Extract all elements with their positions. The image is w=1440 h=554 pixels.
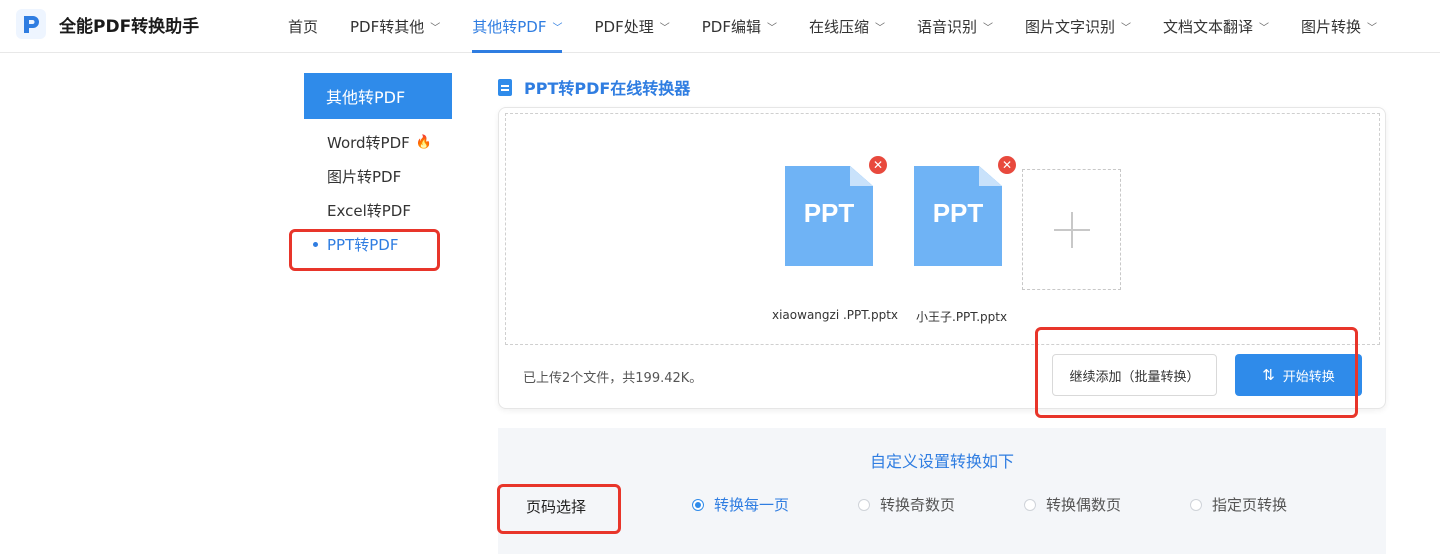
sidebar-item-label: 图片转PDF — [327, 167, 402, 186]
nav-label: 其他转PDF — [472, 18, 547, 36]
nav-speech-recognition[interactable]: 语音识别 ﹀ — [901, 0, 1009, 53]
add-file-button[interactable] — [1022, 169, 1121, 290]
app-logo-icon[interactable] — [16, 9, 46, 39]
file-name: 小王子.PPT.pptx — [916, 310, 1008, 324]
settings-title: 自定义设置转换如下 — [869, 452, 1014, 471]
chevron-down-icon: ﹀ — [1259, 23, 1270, 34]
radio-label: 指定页转换 — [1212, 496, 1288, 514]
nav-label: 在线压缩 — [808, 18, 869, 36]
nav-label: 首页 — [288, 18, 319, 36]
nav-label: 语音识别 — [916, 18, 977, 36]
nav-label: PDF编辑 — [701, 18, 761, 36]
chevron-down-icon: ﹀ — [982, 23, 993, 34]
nav-other-to-pdf[interactable]: 其他转PDF ﹀ — [456, 0, 578, 53]
settings-panel: 自定义设置转换如下 页码选择 转换每一页 转换奇数页 转换偶数页 指定页转换 — [498, 428, 1386, 554]
nav-image-convert[interactable]: 图片转换 ﹀ — [1285, 0, 1393, 53]
nav-online-compress[interactable]: 在线压缩 ﹀ — [793, 0, 901, 53]
file-icon-text: PPT — [803, 198, 855, 228]
radio-icon — [692, 498, 704, 511]
ppt-file-icon: PPT — [914, 166, 1002, 266]
file-dropzone[interactable]: PPT ✕ xiaowangzi .PPT.pptx PPT ✕ 小王子.PPT… — [505, 113, 1380, 345]
radio-odd-pages[interactable]: 转换奇数页 — [858, 494, 955, 515]
sidebar-item-excel-to-pdf[interactable]: Excel转PDF — [304, 193, 452, 227]
chevron-down-icon: ﹀ — [874, 23, 885, 34]
chevron-down-icon: ﹀ — [659, 23, 670, 34]
annotation-box-buttons — [1035, 327, 1358, 418]
chevron-down-icon: ﹀ — [552, 23, 563, 34]
radio-specific-pages[interactable]: 指定页转换 — [1190, 494, 1287, 515]
main-nav: 首页 PDF转其他 ﹀ 其他转PDF ﹀ PDF处理 ﹀ PDF编辑 ﹀ 在线压缩 ﹀ 语… — [272, 0, 1393, 53]
nav-label: 图片文字识别 — [1024, 18, 1115, 36]
radio-label: 转换奇数页 — [880, 496, 956, 514]
radio-icon — [1190, 498, 1202, 511]
app-name[interactable]: 全能PDF转换助手 — [59, 12, 199, 37]
chevron-down-icon: ﹀ — [430, 23, 441, 34]
converter-title-text: PPT转PDF在线转换器 — [524, 79, 691, 98]
radio-label: 转换每一页 — [714, 496, 790, 514]
nav-label: PDF处理 — [594, 18, 654, 36]
file-name: xiaowangzi .PPT.pptx — [772, 308, 899, 322]
chevron-down-icon: ﹀ — [1121, 23, 1131, 34]
chevron-down-icon: ﹀ — [1367, 23, 1378, 34]
nav-doc-translate[interactable]: 文档文本翻译 ﹀ — [1147, 0, 1285, 53]
fire-icon: 🔥 — [415, 134, 432, 150]
nav-label: PDF转其他 — [350, 18, 425, 36]
nav-pdf-process[interactable]: PDF处理 ﹀ — [578, 0, 685, 53]
sidebar-item-image-to-pdf[interactable]: 图片转PDF — [304, 159, 452, 193]
nav-label: 图片转换 — [1301, 18, 1362, 36]
nav-pdf-to-other[interactable]: PDF转其他 ﹀ — [334, 0, 456, 53]
radio-icon — [858, 498, 870, 511]
nav-pdf-edit[interactable]: PDF编辑 ﹀ — [686, 0, 793, 53]
nav-image-ocr[interactable]: 图片文字识别 ﹀ — [1009, 0, 1147, 53]
radio-icon — [1024, 498, 1036, 511]
radio-even-pages[interactable]: 转换偶数页 — [1024, 494, 1121, 515]
radio-every-page[interactable]: 转换每一页 — [692, 494, 789, 515]
nav-home[interactable]: 首页 — [272, 0, 334, 53]
file-icon-text: PPT — [932, 198, 984, 228]
remove-file-icon[interactable]: ✕ — [998, 156, 1016, 174]
sidebar-item-label: Excel转PDF — [327, 201, 411, 220]
file-item[interactable]: PPT ✕ — [914, 156, 1016, 266]
chevron-down-icon: ﹀ — [766, 23, 777, 34]
annotation-box-ppt-to-pdf — [289, 229, 440, 271]
upload-status: 已上传2个文件，共199.42K。 — [523, 371, 703, 386]
top-navbar: 全能PDF转换助手 首页 PDF转其他 ﹀ 其他转PDF ﹀ PDF处理 ﹀ PDF编… — [0, 0, 1440, 53]
remove-file-icon[interactable]: ✕ — [869, 156, 887, 174]
radio-label: 转换偶数页 — [1046, 496, 1122, 514]
sidebar-title: 其他转PDF — [304, 73, 452, 119]
ppt-file-icon: PPT — [785, 166, 873, 266]
document-icon — [498, 78, 512, 96]
converter-title: PPT转PDF在线转换器 — [498, 75, 690, 99]
nav-label: 文档文本翻译 — [1163, 18, 1254, 36]
annotation-box-page-select — [497, 484, 621, 534]
sidebar-item-word-to-pdf[interactable]: Word转PDF 🔥 — [304, 125, 452, 159]
file-item[interactable]: PPT ✕ — [785, 156, 887, 266]
sidebar-item-label: Word转PDF — [327, 133, 410, 152]
